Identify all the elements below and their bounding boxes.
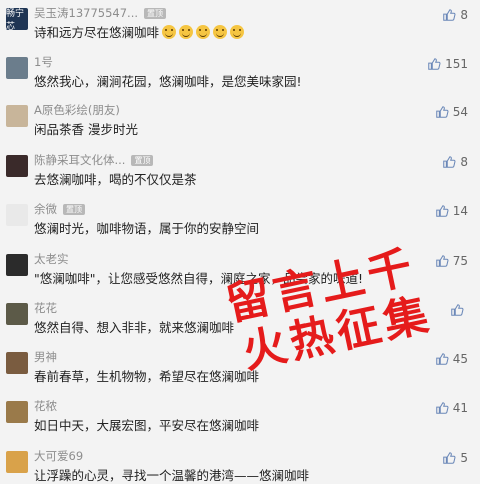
thumb-up-icon xyxy=(435,402,449,414)
smile-emoji-icon xyxy=(213,25,228,39)
comment-text: 诗和远方尽在悠澜咖啡 xyxy=(34,22,245,41)
thumb-up-icon xyxy=(451,304,464,316)
like-button[interactable]: 151 xyxy=(427,57,468,71)
like-count: 14 xyxy=(452,204,468,218)
like-button[interactable]: 14 xyxy=(435,204,468,218)
comment-text: 悠澜时光，咖啡物语，属于你的安静空间 xyxy=(34,218,259,237)
thumb-up-icon xyxy=(435,255,449,267)
comment-text: 去悠澜咖啡，喝的不仅仅是茶 xyxy=(34,169,197,188)
comment-text-content: 闲品茶香 漫步时光 xyxy=(34,122,138,137)
thumb-up-icon xyxy=(443,9,456,21)
like-button[interactable]: 5 xyxy=(442,451,468,465)
like-button[interactable] xyxy=(450,303,468,317)
commenter-name[interactable]: 太老实 xyxy=(34,251,69,267)
avatar[interactable]: 畅宁芯 xyxy=(6,8,28,30)
commenter-name[interactable]: 大可爱69 xyxy=(34,448,83,464)
commenter-name[interactable]: A原色彩绘(朋友) xyxy=(34,102,120,118)
comment-text: 如日中天，大展宏图，平安尽在悠澜咖啡 xyxy=(34,415,259,434)
comment-text: 让浮躁的心灵，寻找一个温馨的港湾——悠澜咖啡 xyxy=(34,465,309,484)
smile-emoji-icon xyxy=(162,25,177,39)
like-count: 8 xyxy=(460,155,468,169)
smile-emoji-icon xyxy=(230,25,245,39)
commenter-name-text: 花花 xyxy=(34,301,57,315)
pinned-badge: 置顶 xyxy=(63,204,85,215)
thumb-up-icon xyxy=(443,156,456,168)
avatar[interactable] xyxy=(6,303,28,325)
comment-text-content: 如日中天，大展宏图，平安尽在悠澜咖啡 xyxy=(34,418,260,433)
comment-text-content: 让浮躁的心灵，寻找一个温馨的港湾——悠澜咖啡 xyxy=(34,468,310,483)
commenter-name-text: 1号 xyxy=(34,55,53,69)
commenter-name-text: A原色彩绘(朋友) xyxy=(34,103,120,117)
comment-text-content: 悠然我心，澜涧花园，悠澜咖啡，是您美味家园! xyxy=(34,74,302,89)
like-count: 41 xyxy=(452,401,468,415)
like-count: 5 xyxy=(460,451,468,465)
avatar[interactable] xyxy=(6,204,28,226)
commenter-name[interactable]: 吴玉涛13775547... 置顶 xyxy=(34,5,166,21)
commenter-name[interactable]: 余微 置顶 xyxy=(34,201,85,217)
avatar[interactable] xyxy=(6,451,28,473)
comment-text: 悠然自得、想入非非，就来悠澜咖啡 xyxy=(34,317,234,336)
comment-text: 悠然我心，澜涧花园，悠澜咖啡，是您美味家园! xyxy=(34,71,302,90)
comment-text-content: 去悠澜咖啡，喝的不仅仅是茶 xyxy=(34,172,197,187)
commenter-name[interactable]: 1号 xyxy=(34,54,53,70)
avatar[interactable] xyxy=(6,254,28,276)
like-button[interactable]: 54 xyxy=(435,105,468,119)
like-count: 45 xyxy=(452,352,468,366)
commenter-name[interactable]: 花花 xyxy=(34,300,57,316)
commenter-name-text: 花秾 xyxy=(34,399,57,413)
avatar[interactable] xyxy=(6,352,28,374)
pinned-badge: 置顶 xyxy=(144,8,166,19)
like-button[interactable]: 75 xyxy=(435,254,468,268)
commenter-name[interactable]: 陈静采耳文化体... 置顶 xyxy=(34,152,154,168)
commenter-name-text: 吴玉涛13775547... xyxy=(34,6,138,20)
smile-emoji-icon xyxy=(179,25,194,39)
commenter-name-text: 太老实 xyxy=(34,252,69,266)
like-count: 75 xyxy=(452,254,468,268)
thumb-up-icon xyxy=(435,106,449,118)
commenter-name-text: 陈静采耳文化体... xyxy=(34,153,126,167)
comment-text: 春前春草，生机物物，希望尽在悠澜咖啡 xyxy=(34,366,259,385)
like-count: 151 xyxy=(445,57,468,71)
commenter-name-text: 男神 xyxy=(34,350,57,364)
like-button[interactable]: 41 xyxy=(435,401,468,415)
pinned-badge: 置顶 xyxy=(131,155,154,166)
avatar[interactable] xyxy=(6,155,28,177)
like-count: 54 xyxy=(452,105,468,119)
avatar[interactable] xyxy=(6,105,28,127)
comment-text-content: 诗和远方尽在悠澜咖啡 xyxy=(34,25,160,40)
commenter-name[interactable]: 花秾 xyxy=(34,398,57,414)
thumb-up-icon xyxy=(435,205,449,217)
comment-text-content: 悠澜时光，咖啡物语，属于你的安静空间 xyxy=(34,221,260,236)
like-button[interactable]: 45 xyxy=(435,352,468,366)
comment-text: 闲品茶香 漫步时光 xyxy=(34,119,138,138)
like-count: 8 xyxy=(460,8,468,22)
promo-overlay: 留言上千 火热征集 xyxy=(222,241,437,380)
avatar[interactable] xyxy=(6,57,28,79)
like-button[interactable]: 8 xyxy=(442,155,468,169)
comment-text-content: 悠然自得、想入非非，就来悠澜咖啡 xyxy=(34,320,235,335)
thumb-up-icon xyxy=(443,452,456,464)
commenter-name[interactable]: 男神 xyxy=(34,349,57,365)
thumb-up-icon xyxy=(428,58,441,70)
commenter-name-text: 余微 xyxy=(34,202,57,216)
avatar[interactable] xyxy=(6,401,28,423)
like-button[interactable]: 8 xyxy=(442,8,468,22)
commenter-name-text: 大可爱69 xyxy=(34,449,84,463)
thumb-up-icon xyxy=(435,353,449,365)
comment-text-content: 春前春草，生机物物，希望尽在悠澜咖啡 xyxy=(34,369,260,384)
smile-emoji-icon xyxy=(196,25,211,39)
